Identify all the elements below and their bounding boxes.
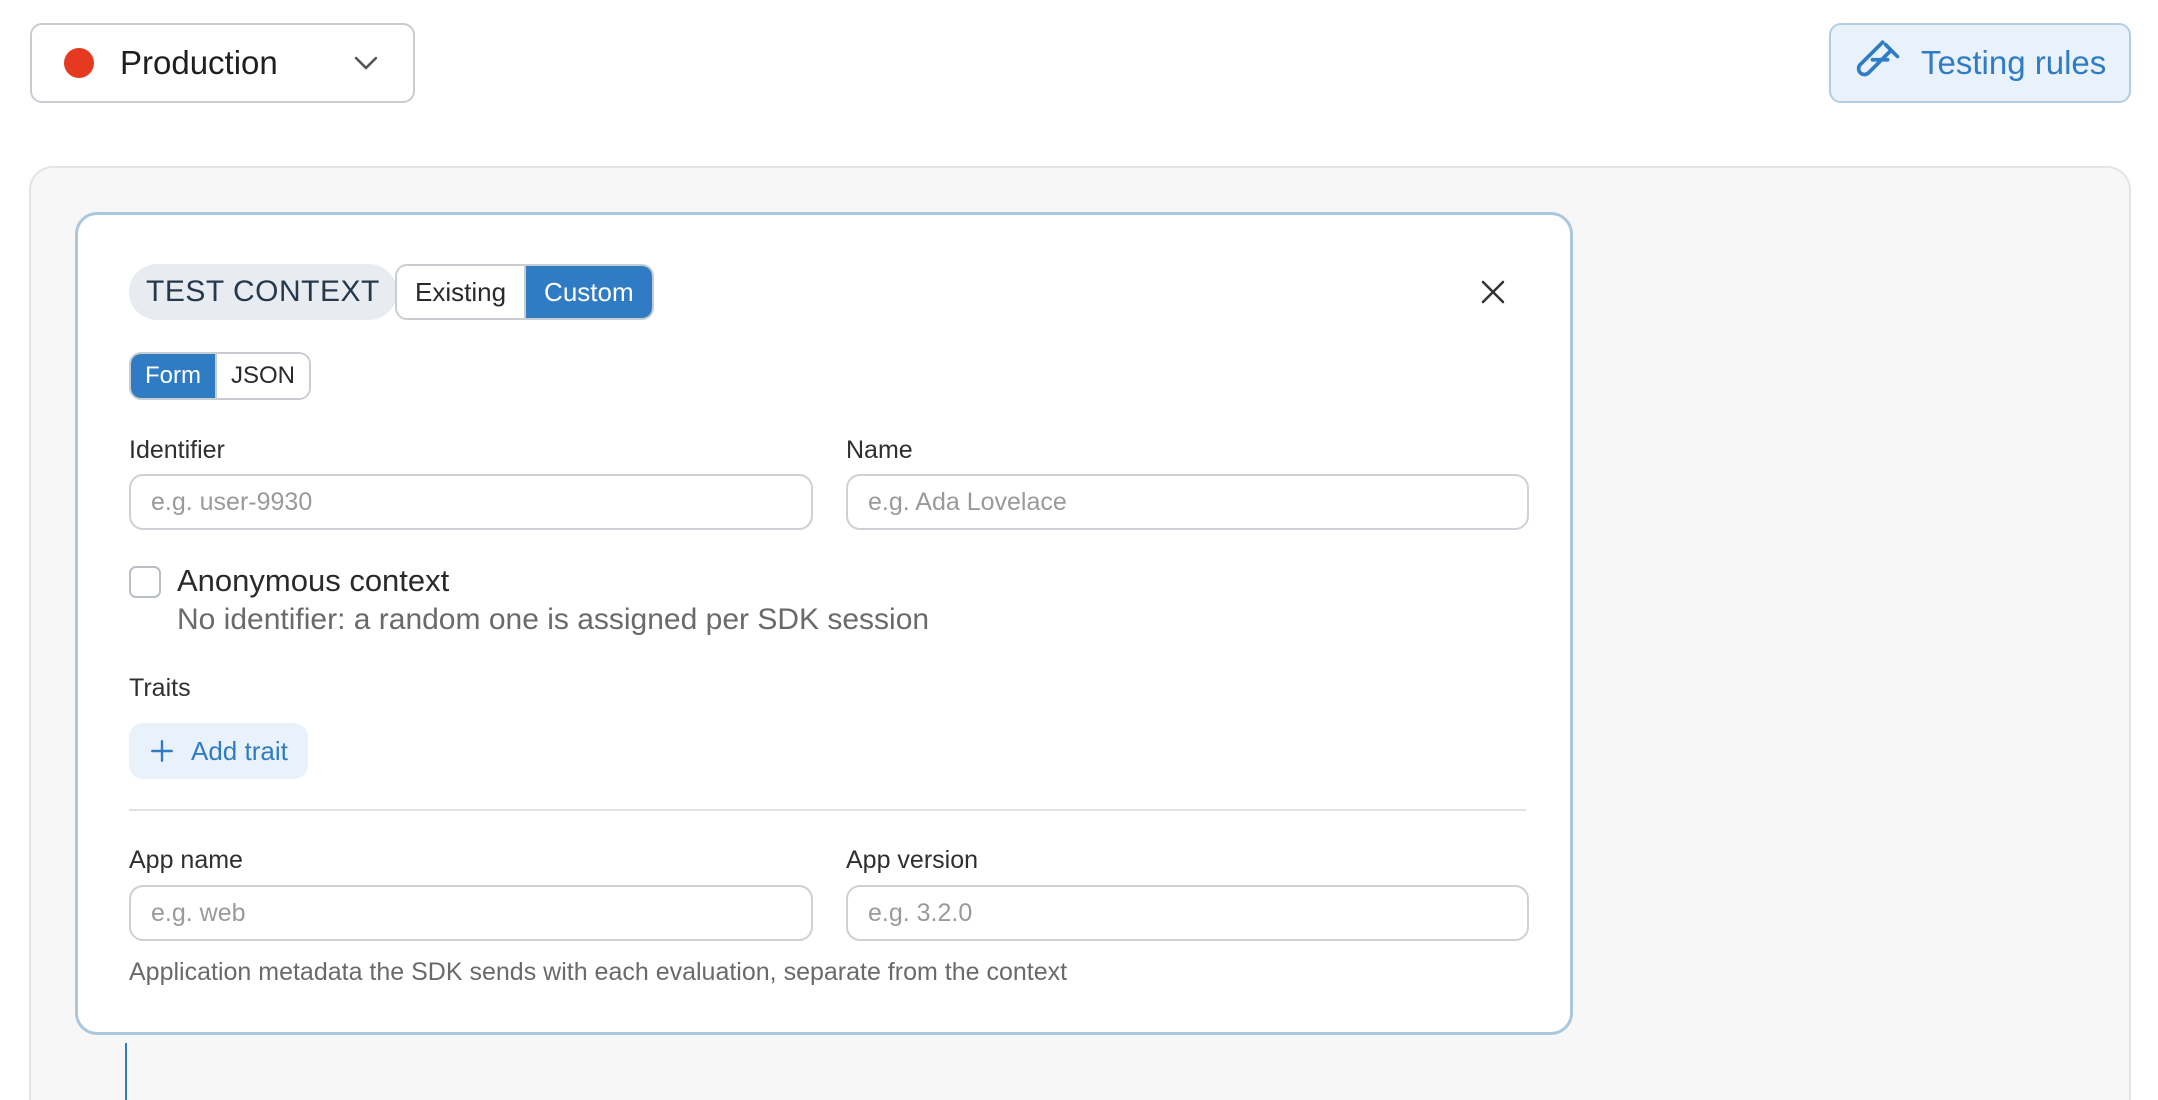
environment-label: Production bbox=[120, 44, 278, 81]
identifier-label: Identifier bbox=[129, 436, 225, 464]
traits-label: Traits bbox=[129, 674, 191, 702]
close-icon[interactable] bbox=[1478, 277, 1508, 307]
name-label: Name bbox=[846, 436, 913, 464]
app-name-input[interactable] bbox=[129, 885, 813, 941]
test-context-badge: TEST CONTEXT bbox=[129, 264, 397, 320]
tab-form[interactable]: Form bbox=[131, 354, 215, 398]
add-trait-label: Add trait bbox=[191, 735, 288, 766]
identifier-input[interactable] bbox=[129, 474, 813, 530]
app-version-label: App version bbox=[846, 846, 979, 874]
app-version-input[interactable] bbox=[846, 885, 1529, 941]
anonymous-checkbox[interactable] bbox=[129, 566, 161, 598]
plus-icon bbox=[151, 740, 173, 762]
anonymous-help: No identifier: a random one is assigned … bbox=[177, 603, 930, 636]
testing-rules-label: Testing rules bbox=[1921, 44, 2107, 81]
test-context-card: TEST CONTEXT Existing Custom Form JSON I… bbox=[75, 212, 1573, 1035]
chevron-down-icon bbox=[354, 56, 378, 70]
page: Production Testing rules TEST CONTEXT Ex… bbox=[0, 0, 2158, 1100]
anonymous-label: Anonymous context bbox=[177, 563, 450, 598]
divider bbox=[129, 809, 1526, 811]
environment-status-dot bbox=[64, 48, 94, 78]
test-tube-icon bbox=[1856, 40, 1900, 77]
tab-custom[interactable]: Custom bbox=[524, 266, 652, 318]
context-source-toggle: Existing Custom bbox=[395, 264, 654, 320]
add-trait-button[interactable]: Add trait bbox=[129, 723, 308, 779]
name-input[interactable] bbox=[846, 474, 1529, 530]
testing-rules-button[interactable]: Testing rules bbox=[1829, 23, 2131, 103]
app-name-label: App name bbox=[129, 846, 243, 874]
tab-existing[interactable]: Existing bbox=[397, 266, 525, 318]
editor-mode-toggle: Form JSON bbox=[129, 352, 312, 400]
app-metadata-help: Application metadata the SDK sends with … bbox=[129, 958, 1068, 986]
tab-json[interactable]: JSON bbox=[215, 354, 310, 398]
connector-line bbox=[125, 1043, 127, 1100]
environment-select[interactable]: Production bbox=[30, 23, 415, 103]
